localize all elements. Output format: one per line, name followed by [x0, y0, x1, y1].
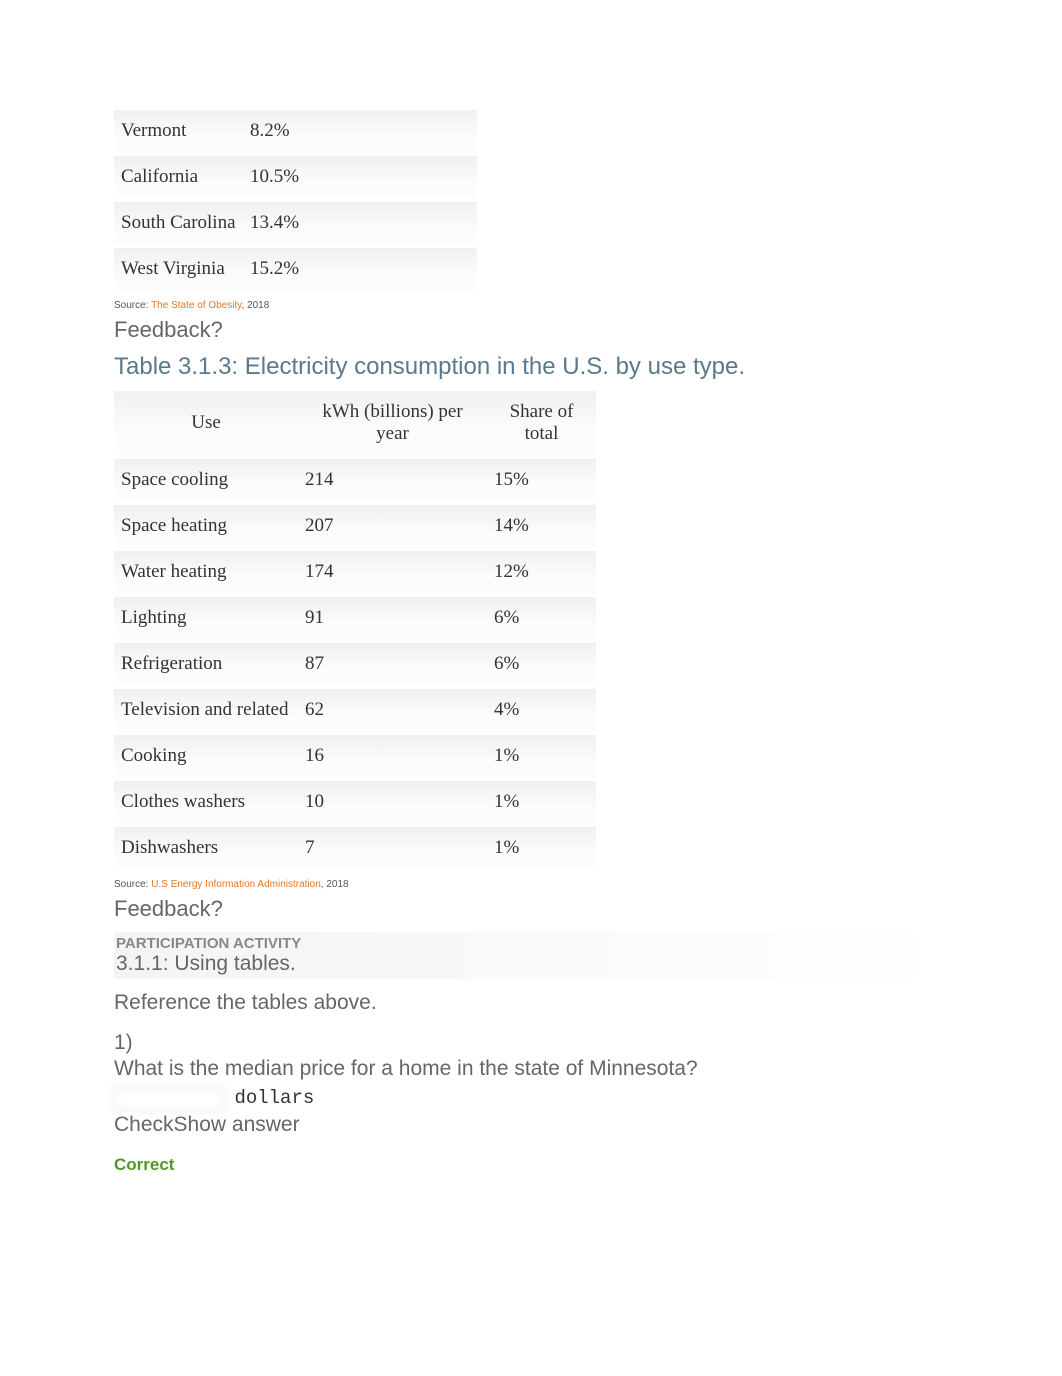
- table-row: Television and related624%: [114, 689, 596, 735]
- table-row: Refrigeration876%: [114, 643, 596, 689]
- electricity-source-link[interactable]: U.S Energy Information Administration: [151, 879, 321, 890]
- question-text: What is the median price for a home in t…: [114, 1057, 948, 1081]
- activity-title: 3.1.1: Using tables.: [116, 952, 946, 976]
- answer-unit: dollars: [234, 1087, 314, 1109]
- table-row: Vermont8.2%: [114, 110, 477, 156]
- table-row: California10.5%: [114, 156, 477, 202]
- check-button[interactable]: Check: [114, 1113, 174, 1136]
- feedback-link-2[interactable]: Feedback?: [114, 896, 948, 922]
- obesity-source: Source: The State of Obesity, 2018: [114, 300, 948, 311]
- show-answer-button[interactable]: Show answer: [174, 1113, 300, 1136]
- answer-input[interactable]: [114, 1087, 224, 1111]
- table-row: Lighting916%: [114, 597, 596, 643]
- activity-label: PARTICIPATION ACTIVITY: [116, 935, 946, 952]
- correct-feedback: Correct: [114, 1155, 948, 1175]
- table-row: Space heating20714%: [114, 505, 596, 551]
- feedback-link-1[interactable]: Feedback?: [114, 317, 948, 343]
- table-row: Dishwashers71%: [114, 827, 596, 873]
- question-number: 1): [114, 1031, 948, 1055]
- obesity-table: Vermont8.2%California10.5%South Carolina…: [114, 110, 477, 294]
- activity-instruction: Reference the tables above.: [114, 991, 948, 1015]
- electricity-table: UsekWh (billions) per yearShare of total…: [114, 391, 596, 873]
- electricity-source: Source: U.S Energy Information Administr…: [114, 879, 948, 890]
- check-show-answer: CheckShow answer: [114, 1113, 948, 1137]
- table-row: Cooking161%: [114, 735, 596, 781]
- table-row: Clothes washers101%: [114, 781, 596, 827]
- table-row: South Carolina13.4%: [114, 202, 477, 248]
- table-3-1-3-title: Table 3.1.3: Electricity consumption in …: [114, 353, 948, 381]
- table-row: Space cooling21415%: [114, 459, 596, 505]
- participation-activity: PARTICIPATION ACTIVITY 3.1.1: Using tabl…: [114, 932, 948, 979]
- table-row: Water heating17412%: [114, 551, 596, 597]
- obesity-source-link[interactable]: The State of Obesity: [151, 300, 241, 311]
- table-row: West Virginia15.2%: [114, 248, 477, 294]
